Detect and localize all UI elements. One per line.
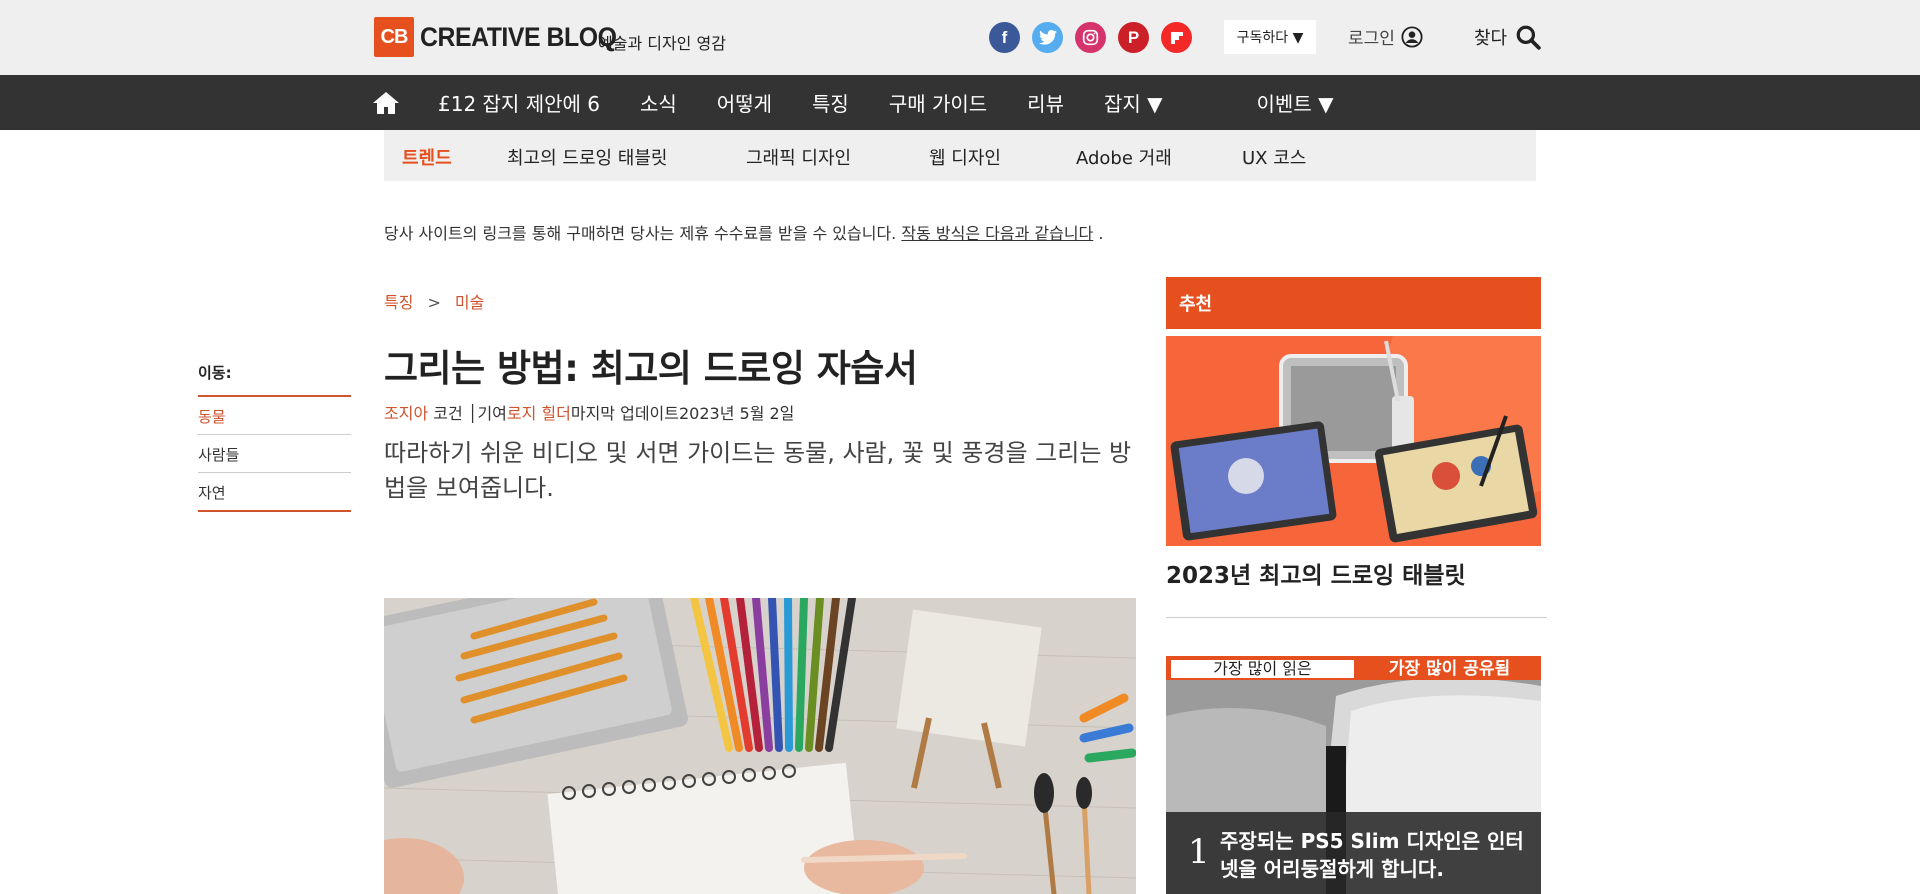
hero-image [384, 598, 1136, 894]
instagram-icon[interactable] [1075, 22, 1106, 53]
disclaimer-end: . [1093, 224, 1104, 243]
social-links: f P [989, 22, 1192, 53]
most-popular-widget: 가장 많이 읽은 가장 많이 공유됨 1 주장되는 PS5 Slim 디자인은 … [1166, 656, 1541, 894]
contributor-link[interactable]: 로지 힐더 [507, 404, 571, 423]
main-nav: £12 잡지 제안에 6 소식 어떻게 특징 구매 가이드 리뷰 잡지 ▼ 이벤… [0, 75, 1920, 130]
user-icon [1401, 25, 1423, 48]
nav-item-how-to[interactable]: 어떻게 [717, 88, 772, 117]
search-button[interactable]: 찾다 [1474, 24, 1541, 50]
breadcrumb-separator: > [427, 293, 441, 312]
subnav-adobe-deals[interactable]: Adobe 거래 [1076, 144, 1172, 170]
subscribe-dropdown[interactable]: 구독하다 ▼ [1224, 20, 1316, 54]
most-read-item[interactable]: 1 주장되는 PS5 Slim 디자인은 인터넷을 어리둥절하게 합니다. [1166, 812, 1541, 894]
jump-to-nav: 이동: 동물 사람들 자연 [198, 362, 351, 512]
breadcrumb-features[interactable]: 특징 [384, 293, 413, 312]
nav-item-features[interactable]: 특징 [812, 88, 849, 117]
last-updated: 마지막 업데이트2023년 5월 2일 [570, 404, 795, 423]
search-icon [1516, 25, 1541, 50]
affiliate-disclaimer: 당사 사이트의 링크를 통해 구매하면 당사는 제휴 수수료를 받을 수 있습니… [384, 220, 1103, 244]
most-popular-tabs: 가장 많이 읽은 가장 많이 공유됨 [1166, 656, 1541, 680]
logo-mark: CB [374, 17, 414, 57]
disclaimer-link[interactable]: 작동 방식은 다음과 같습니다 [901, 224, 1093, 243]
nav-item-magazines[interactable]: 잡지 ▼ [1104, 88, 1163, 117]
recommended-title[interactable]: 2023년 최고의 드로잉 태블릿 [1166, 556, 1466, 590]
jump-item-people[interactable]: 사람들 [198, 435, 351, 473]
breadcrumb: 특징 > 미술 [384, 289, 484, 313]
subnav-ux-course[interactable]: UX 코스 [1242, 144, 1306, 170]
pinterest-icon[interactable]: P [1118, 22, 1149, 53]
most-read-rank: 1 [1188, 832, 1210, 872]
recommended-header: 추천 [1166, 277, 1541, 329]
logo-text: CREATIVE BLOQ [420, 21, 617, 52]
facebook-icon[interactable]: f [989, 22, 1020, 53]
subnav-web-design[interactable]: 웹 디자인 [929, 144, 1001, 170]
article-byline: 조지아 코건 │기여로지 힐더마지막 업데이트2023년 5월 2일 [384, 400, 794, 424]
disclaimer-text: 당사 사이트의 링크를 통해 구매하면 당사는 제휴 수수료를 받을 수 있습니… [384, 224, 902, 243]
subnav-best-drawing-tablets[interactable]: 최고의 드로잉 태블릿 [507, 144, 667, 170]
nav-item-magazine-offer[interactable]: £12 잡지 제안에 6 [438, 88, 600, 117]
byline-divider: │ [467, 404, 478, 423]
login-button[interactable]: 로그인 [1348, 24, 1423, 49]
recommended-divider [1166, 617, 1547, 618]
author-link[interactable]: 조지아 [384, 404, 428, 423]
nav-item-reviews[interactable]: 리뷰 [1027, 88, 1064, 117]
search-label: 찾다 [1474, 28, 1508, 49]
login-label: 로그인 [1348, 29, 1395, 49]
top-header: CB CREATIVE BLOQ 예술과 디자인 영감 f P 구독하다 ▼ 로… [0, 0, 1920, 75]
most-read-title: 주장되는 PS5 Slim 디자인은 인터넷을 어리둥절하게 합니다. [1220, 829, 1524, 881]
flipboard-icon[interactable] [1161, 22, 1192, 53]
breadcrumb-art[interactable]: 미술 [455, 293, 484, 312]
subnav-trending[interactable]: 트렌드 [402, 144, 452, 170]
jump-item-animals[interactable]: 동물 [198, 397, 351, 435]
nav-item-buying-guides[interactable]: 구매 가이드 [889, 88, 987, 117]
tab-most-read[interactable]: 가장 많이 읽은 [1171, 660, 1354, 678]
tagline: 예술과 디자인 영감 [598, 34, 726, 53]
contributed-label: 기여 [477, 404, 507, 423]
subnav-graphic-design[interactable]: 그래픽 디자인 [746, 144, 851, 170]
nav-item-events[interactable]: 이벤트 ▼ [1257, 88, 1334, 117]
twitter-icon[interactable] [1032, 22, 1063, 53]
recommended-image[interactable] [1166, 336, 1541, 546]
home-icon[interactable] [372, 91, 400, 115]
jump-title: 이동: [198, 362, 351, 397]
site-logo[interactable]: CB CREATIVE BLOQ [374, 16, 634, 58]
jump-item-nature[interactable]: 자연 [198, 473, 351, 512]
sub-nav: 트렌드 최고의 드로잉 태블릿 그래픽 디자인 웹 디자인 Adobe 거래 U… [384, 130, 1536, 181]
article-strapline: 따라하기 쉬운 비디오 및 서면 가이드는 동물, 사람, 꽃 및 풍경을 그리… [384, 439, 1132, 502]
article-headline: 그리는 방법: 최고의 드로잉 자습서 [384, 347, 918, 390]
nav-item-news[interactable]: 소식 [640, 88, 677, 117]
tab-most-shared[interactable]: 가장 많이 공유됨 [1358, 659, 1541, 679]
author-last: 코건 [428, 404, 468, 423]
